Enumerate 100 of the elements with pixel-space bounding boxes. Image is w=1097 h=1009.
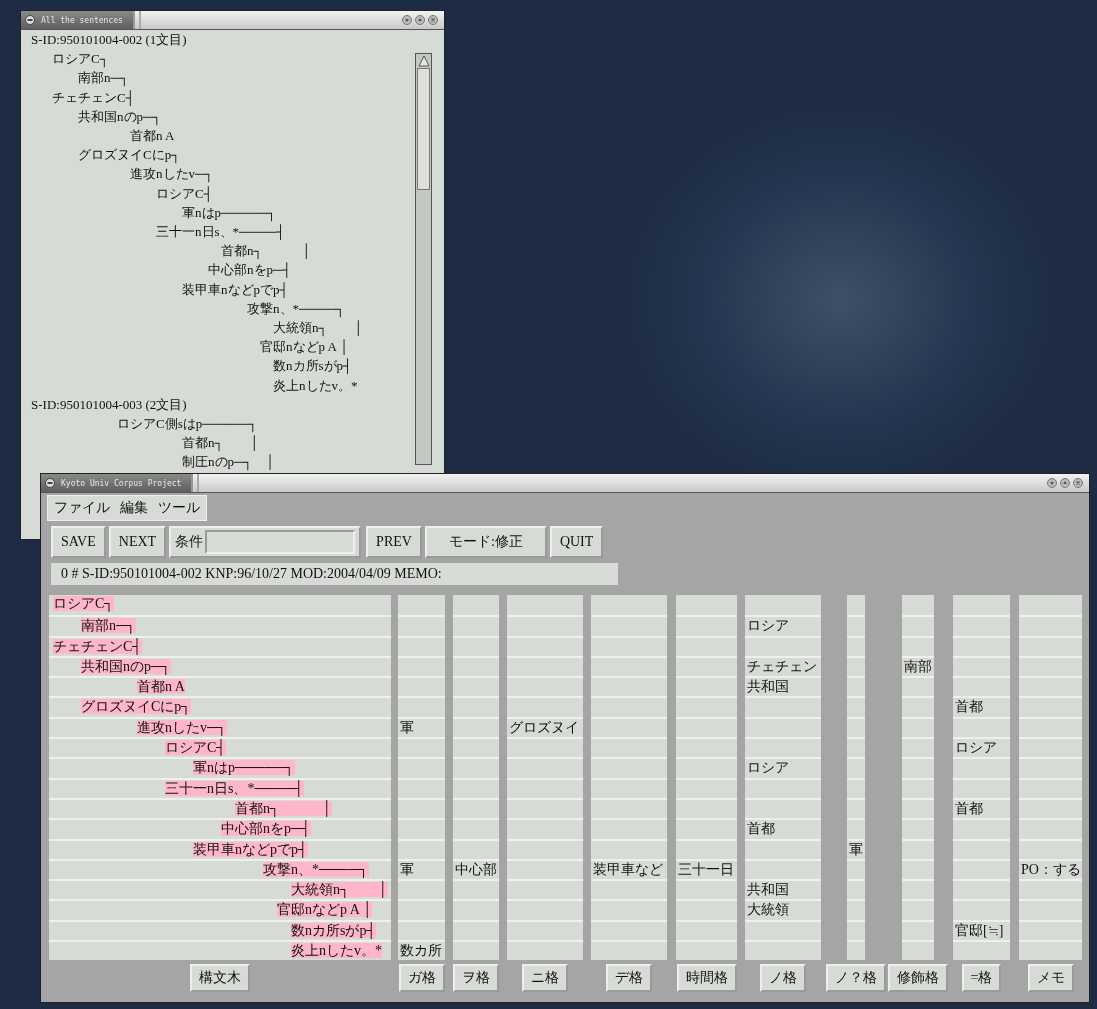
case-column-button[interactable]: 修飾格 <box>888 964 948 993</box>
table-cell: 軍 <box>398 858 445 880</box>
case-column-button[interactable]: ニ格 <box>522 964 568 993</box>
table-cell <box>676 757 737 778</box>
scroll-thumb[interactable] <box>417 68 430 190</box>
parse-line: 軍nはp─────┐ <box>182 204 277 220</box>
case-column-button[interactable]: ガ格 <box>398 964 445 993</box>
table-cell: 南部 <box>902 655 934 677</box>
case-column-button[interactable]: ヲ格 <box>453 964 499 993</box>
table-cell <box>847 615 865 636</box>
table-cell <box>676 716 737 738</box>
table-cell <box>676 899 737 920</box>
table-cell <box>453 818 499 839</box>
titlebar-grip[interactable] <box>191 474 200 492</box>
table-cell: 中心部 <box>453 858 499 880</box>
table-cell <box>953 899 1010 920</box>
table-cell <box>1019 879 1082 900</box>
table-cell <box>676 635 737 656</box>
table-cell <box>902 615 934 636</box>
table-cell <box>847 879 865 900</box>
table-cell: 三十一日 <box>676 858 737 880</box>
table-cell <box>902 635 934 656</box>
table-cell <box>902 595 934 616</box>
toolbar-button[interactable]: モード:修正 <box>424 526 547 558</box>
table-cell <box>847 919 865 941</box>
table-cell <box>902 737 934 758</box>
field-label: 条件 <box>175 533 204 551</box>
scrollbar[interactable] <box>415 53 432 465</box>
table-cell <box>902 858 934 880</box>
maximize-icon[interactable] <box>415 15 425 25</box>
menu-item[interactable]: ツール <box>158 499 200 517</box>
close-icon[interactable] <box>428 15 438 25</box>
table-cell <box>902 838 934 859</box>
table-cell <box>398 696 445 717</box>
toolbar-button[interactable]: PREV <box>366 526 422 558</box>
sentence-id: S-ID:950101004-002 (1文目) <box>31 31 188 49</box>
table-cell <box>953 838 1010 859</box>
table-cell <box>953 777 1010 798</box>
parse-line: 南部n─┐ <box>78 70 129 86</box>
case-column-button[interactable]: ノ？格 <box>826 964 886 993</box>
table-cell: 大統領 <box>745 899 821 920</box>
table-cell <box>847 716 865 738</box>
toolbar-button[interactable]: QUIT <box>549 526 604 558</box>
minimize-icon[interactable] <box>1047 478 1057 488</box>
table-cell <box>902 777 934 798</box>
toolbar-button[interactable]: SAVE <box>51 526 106 558</box>
table-cell <box>902 899 934 920</box>
case-column-button[interactable]: デ格 <box>606 964 652 993</box>
table-cell <box>453 635 499 656</box>
maximize-icon[interactable] <box>1060 478 1070 488</box>
table-cell <box>1019 899 1082 920</box>
table-cell <box>953 676 1010 697</box>
table-cell: 官邸[≒] <box>953 919 1010 941</box>
parse-line: ロシアC┐ <box>52 51 109 67</box>
table-cell <box>453 879 499 900</box>
case-column-button[interactable]: ノ格 <box>760 964 806 993</box>
table-cell <box>398 737 445 758</box>
table-cell <box>953 757 1010 778</box>
table-cell <box>847 676 865 697</box>
table-cell <box>953 635 1010 656</box>
table-cell: グロズヌイ <box>507 716 583 738</box>
menu-item[interactable]: 編集 <box>120 499 148 517</box>
table-cell <box>453 595 499 616</box>
parse-line: 共和国nのp─┐ <box>78 108 162 124</box>
table-cell <box>1019 696 1082 717</box>
parse-line: グロズヌイCにp┐ <box>78 147 181 163</box>
table-cell <box>953 858 1010 880</box>
table-cell <box>453 899 499 920</box>
table-cell <box>676 676 737 697</box>
window-title: Kyoto Univ Corpus Project <box>61 478 182 488</box>
table-cell <box>453 777 499 798</box>
toolbar-button[interactable]: NEXT <box>108 526 167 558</box>
case-column-button[interactable]: =格 <box>961 964 1002 993</box>
table-cell <box>398 818 445 839</box>
table-cell <box>1019 777 1082 798</box>
table-cell: 数カ所 <box>398 940 445 961</box>
minimize-icon[interactable] <box>402 15 412 25</box>
case-column-button[interactable]: 時間格 <box>676 964 737 993</box>
sentence-id: S-ID:950101004-003 (2文目) <box>31 395 188 414</box>
window-menu-icon[interactable] <box>45 478 55 488</box>
table-cell <box>847 797 865 819</box>
table-cell <box>1019 716 1082 738</box>
case-column-button[interactable]: メモ <box>1027 964 1074 993</box>
table-cell <box>902 716 934 738</box>
parse-line: 攻撃n、*────┐ <box>247 300 346 316</box>
titlebar-grip[interactable] <box>132 11 141 29</box>
parse-line: 進攻nしたv─┐ <box>130 166 214 182</box>
parse-line: 首都n A <box>130 128 175 143</box>
parse-line: 制圧nのp─┐ │ <box>182 454 275 470</box>
condition-field[interactable] <box>205 530 356 554</box>
table-cell <box>398 879 445 900</box>
menu-item[interactable]: ファイル <box>54 499 110 517</box>
window-menu-icon[interactable] <box>25 15 35 25</box>
table-cell <box>847 595 865 616</box>
table-cell <box>953 879 1010 900</box>
tree-button[interactable]: 構文木 <box>190 964 250 993</box>
close-icon[interactable] <box>1073 478 1083 488</box>
table-cell <box>953 716 1010 738</box>
table-cell <box>676 919 737 941</box>
table-cell <box>453 696 499 717</box>
